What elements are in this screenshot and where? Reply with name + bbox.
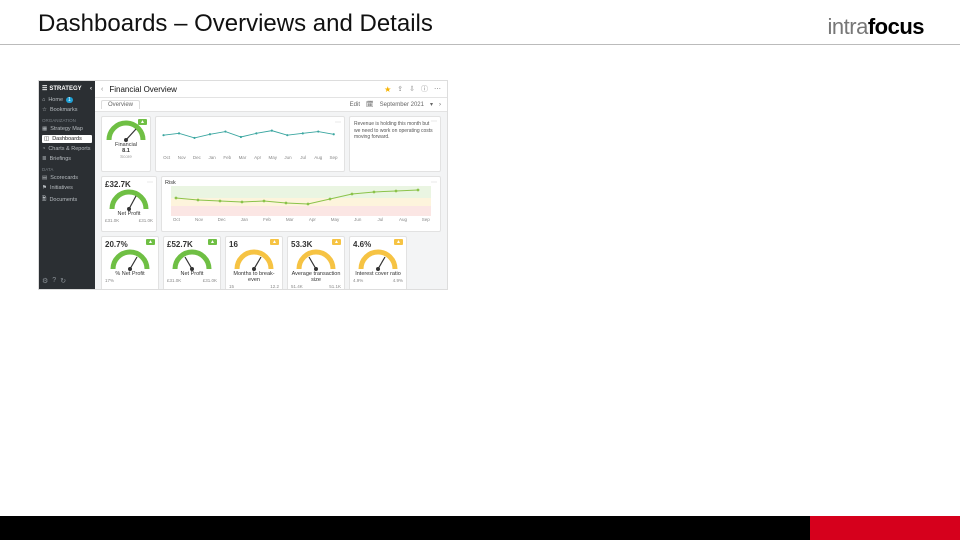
gauge-0[interactable]: ▲20.7%% Net Profit17%: [101, 236, 159, 289]
gauge-tag: ▲: [394, 239, 403, 245]
dashboard-main: ‹ Financial Overview ★ ⇪ ⇩ ⓘ ⋯ Overview …: [95, 81, 447, 289]
sidebar-item-strategy-map[interactable]: ▦ Strategy Map: [42, 125, 92, 133]
header-rule: [0, 44, 960, 45]
share-icon[interactable]: ⇪: [397, 85, 403, 93]
gauge-sub: 51.4K51.1K: [291, 284, 341, 289]
gauge-sub: £31.0K£31.0K: [167, 278, 217, 283]
chart-axis: OctNovDecJanFebMarAprMayJunJulAugSep: [165, 217, 437, 222]
gauge-label: % Net Profit: [105, 271, 155, 277]
sidebar-group-data: DATA: [42, 167, 92, 172]
gauge-4[interactable]: ▲4.6%Interest cover ratio4.9%4.9%: [349, 236, 407, 289]
gauge-tag: ▲: [208, 239, 217, 245]
sidebar-footer: ⚙?↻: [42, 277, 92, 285]
sidebar-item-briefings[interactable]: ≣ Briefings: [42, 155, 92, 163]
note-card[interactable]: ⋯ Revenue is holding this month but we n…: [349, 116, 441, 172]
chevron-down-icon[interactable]: ▾: [430, 101, 433, 108]
sidebar-item-dashboards[interactable]: ◫ Dashboards: [42, 135, 92, 143]
gauge-financial[interactable]: ▲ Financial 8.1 Score: [101, 116, 151, 172]
back-icon[interactable]: ‹: [101, 86, 103, 93]
gauge-net-profit[interactable]: ⋯ £32.7K Net Profit £31.0K£31.0K: [101, 176, 157, 232]
gauge-label: Interest cover ratio: [353, 271, 403, 277]
gauge-tag: ▲: [332, 239, 341, 245]
page-title: Dashboards – Overviews and Details: [38, 10, 433, 38]
gauge-tag: ▲: [270, 239, 279, 245]
gauge-value: £32.7K: [105, 180, 153, 189]
calendar-icon[interactable]: 🗓: [366, 101, 374, 108]
gauge-tag: ▲: [146, 239, 155, 245]
gauge-2[interactable]: ▲16Months to break-even1512.2: [225, 236, 283, 289]
more-icon[interactable]: ⋯: [434, 85, 441, 93]
dashboard-tabs: Overview Edit 🗓 September 2021 ▾ ›: [95, 98, 447, 112]
gauge-1[interactable]: ▲£52.7KNet Profit£31.0K£31.0K: [163, 236, 221, 289]
gauge-sub: 1512.2: [229, 284, 279, 289]
note-text: Revenue is holding this month but we nee…: [354, 121, 436, 141]
sidebar-item-documents[interactable]: 🗎 Documents: [42, 194, 92, 205]
next-period-icon[interactable]: ›: [439, 102, 441, 108]
slide-footer-accent: [810, 516, 960, 540]
sidebar-item-home[interactable]: ⌂ Home 1: [42, 96, 92, 104]
sidebar-item-bookmarks[interactable]: ☆ Bookmarks: [42, 106, 92, 114]
edit-button[interactable]: Edit: [350, 102, 360, 108]
gauge-label: Net Profit: [105, 211, 153, 217]
info-icon[interactable]: ⓘ: [421, 84, 428, 94]
period-picker[interactable]: September 2021: [380, 102, 424, 108]
chart-axis: OctNovDecJanFebMarAprMayJunJulAugSep: [159, 155, 341, 160]
gauge-3[interactable]: ▲53.3KAverage transaction size51.4K51.1K: [287, 236, 345, 289]
dashboard-screenshot: ☰ STRATEGY ‹ ⌂ Home 1 ☆ Bookmarks ORGANI…: [38, 80, 448, 290]
card-menu-icon[interactable]: ⋯: [335, 119, 341, 126]
gauge-sub: 4.9%4.9%: [353, 278, 403, 283]
gauge-tag: ▲: [138, 119, 147, 125]
app-sidebar: ☰ STRATEGY ‹ ⌂ Home 1 ☆ Bookmarks ORGANI…: [39, 81, 95, 289]
sidebar-item-initiatives[interactable]: ⚑ Initiatives: [42, 184, 92, 192]
gauge-label: Net Profit: [167, 271, 217, 277]
card-menu-icon[interactable]: ⋯: [431, 119, 437, 127]
dashboard-title: Financial Overview: [109, 85, 177, 94]
dashboard-header: ‹ Financial Overview ★ ⇪ ⇩ ⓘ ⋯: [95, 81, 447, 98]
sidebar-group-org: ORGANIZATION: [42, 118, 92, 123]
card-menu-icon[interactable]: ⋯: [147, 179, 153, 186]
sidebar-item-scorecards[interactable]: ▤ Scorecards: [42, 174, 92, 182]
line-chart-financial[interactable]: ⋯ OctNovDecJanFebMarAprMayJunJulAugSep: [155, 116, 345, 172]
gauge-label: Months to break-even: [229, 271, 279, 283]
export-icon[interactable]: ⇩: [409, 85, 415, 93]
sidebar-item-charts[interactable]: ◔ Charts & Reports: [42, 145, 92, 153]
app-brand: ☰ STRATEGY ‹: [42, 85, 92, 92]
brand-logo: intrafocus: [828, 14, 924, 40]
line-chart-risk[interactable]: ⋯ Risk OctNovDecJanFebMarAprMayJunJulAug…: [161, 176, 441, 232]
card-menu-icon[interactable]: ⋯: [431, 179, 437, 186]
gauge-label: Average transaction size: [291, 271, 341, 283]
gauge-sub: Score: [105, 154, 147, 159]
tab-overview[interactable]: Overview: [101, 100, 140, 109]
star-icon[interactable]: ★: [384, 85, 391, 94]
gauge-sub: 17%: [105, 278, 155, 283]
